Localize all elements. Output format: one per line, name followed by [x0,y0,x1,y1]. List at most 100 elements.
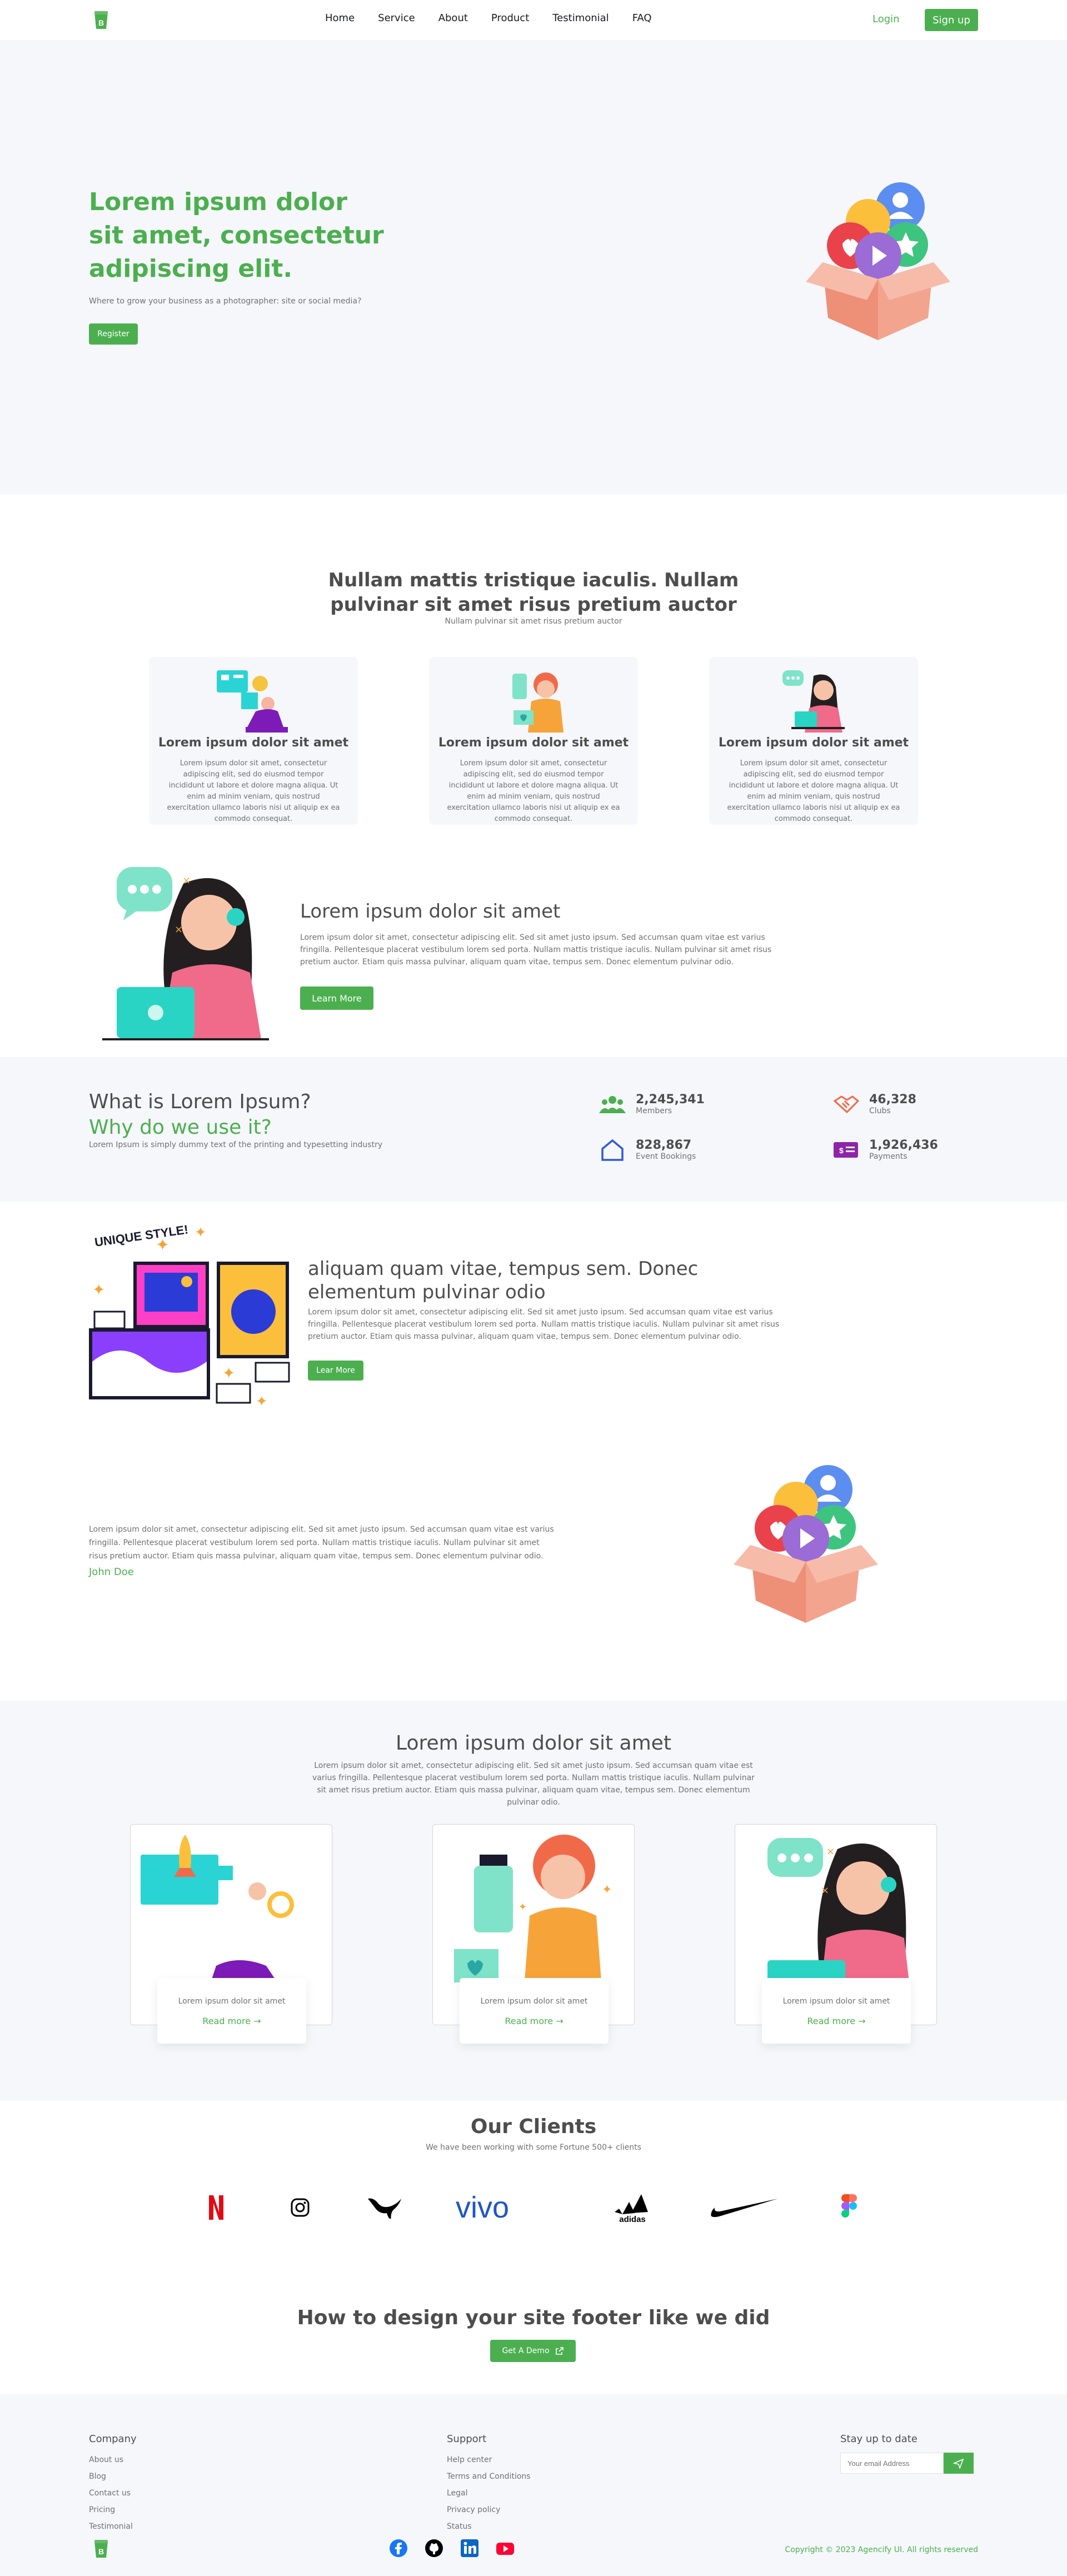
footer-link-legal[interactable]: Legal [447,2489,468,2498]
send-icon [953,2458,964,2469]
youtube-icon[interactable] [496,2539,515,2558]
svg-text:×: × [821,1885,829,1896]
nav-links: Home Service About Product Testimonial F… [325,12,652,24]
stat-label: Payments [869,1152,908,1161]
svg-text:×: × [182,875,191,886]
stats-title-line1: What is Lorem Ipsum? [89,1090,311,1113]
stat-clubs: 46,328 Clubs [832,1093,916,1115]
nav-product[interactable]: Product [491,12,529,24]
unique-text: Lorem ipsum dolor sit amet, consectetur … [308,1308,780,1341]
footer-link-terms[interactable]: Terms and Conditions [447,2472,531,2481]
blog-card: Lorem ipsum dolor sit amet Read more → [130,1824,332,2044]
svg-text:✦: ✦ [602,1883,612,1897]
home-icon [601,1139,624,1161]
feature-card: Lorem ipsum dolor sit amet Lorem ipsum d… [429,657,638,825]
cta-title: How to design your site footer like we d… [297,2306,770,2329]
payment-icon: $ [834,1142,858,1158]
stat-value: 2,245,341 [636,1093,705,1107]
learn-more-button[interactable]: Learn More [300,986,373,1010]
footer: Company About us Blog Contact us Pricing… [0,2394,1067,2576]
footer-link-help[interactable]: Help center [447,2455,492,2464]
stat-label: Event Bookings [636,1152,696,1161]
footer-link-about[interactable]: About us [89,2455,123,2464]
facebook-icon[interactable] [389,2539,408,2558]
figma-logo [841,2194,857,2218]
subscribe-button[interactable] [944,2453,974,2474]
svg-text:×: × [174,924,183,935]
delivery-illustration: ✦ ✦ [454,1835,612,1988]
read-more-link[interactable]: Read more → [460,2016,609,2026]
handshake-icon [833,1095,859,1113]
footer-link-contact[interactable]: Contact us [89,2489,131,2498]
read-more-label: Read more [807,2016,856,2026]
stat-value: 1,926,436 [869,1138,938,1152]
svg-text:B: B [98,2547,104,2556]
feature-card-title: Lorem ipsum dolor sit amet [158,736,349,750]
email-input[interactable] [840,2453,944,2474]
svg-text:×: × [826,1846,835,1857]
hero-title: Lorem ipsum dolor sit amet, consectetur … [89,188,384,283]
brand-logo[interactable]: B [90,2538,112,2560]
support-agent-illustration: × × [767,1838,910,1988]
adidas-logo: adidas [615,2194,648,2223]
linkedin-icon[interactable] [460,2539,479,2558]
nav-testimonial[interactable]: Testimonial [552,12,609,24]
hero-subtitle: Where to grow your business as a photogr… [89,297,362,306]
footer-link-testimonial[interactable]: Testimonial [89,2522,133,2531]
get-demo-button[interactable]: Get A Demo [490,2340,576,2362]
nav-service[interactable]: Service [378,12,415,24]
nav-about[interactable]: About [438,12,468,24]
footer-support-title: Support [447,2433,487,2445]
read-more-label: Read more [505,2016,554,2026]
signup-button[interactable]: Sign up [925,9,978,31]
stat-payments: $ 1,926,436 Payments [832,1138,938,1161]
stat-label: Clubs [869,1107,891,1115]
unique-style-illustration: UNIQUE STYLE! ✦ ✦ ✦ ✦ ✦ [89,1222,290,1410]
svg-text:✦: ✦ [256,1393,268,1410]
feature-card-text: Lorem ipsum dolor sit amet, consectetur … [447,759,620,823]
blog-section: Lorem ipsum dolor sit amet Lorem ipsum d… [0,1701,1067,2101]
footer-support: Support Help center Terms and Conditions… [447,2433,531,2535]
rocket-illustration [141,1835,294,1982]
brand-logo[interactable]: B [90,9,112,31]
stat-value: 46,328 [869,1093,916,1107]
learn-more-button-2[interactable]: Lear More [308,1361,363,1381]
svg-text:✦: ✦ [518,1901,527,1913]
feature-card-text: Lorem ipsum dolor sit amet, consectetur … [727,759,900,823]
footer-link-privacy[interactable]: Privacy policy [447,2505,500,2514]
client-logos: vivo adidas [0,2189,1067,2228]
blog-text: Lorem ipsum dolor sit amet, consectetur … [312,1761,755,1807]
about-text: Lorem ipsum dolor sit amet, consectetur … [300,933,772,966]
instagram-logo [291,2198,310,2217]
unique-badge: UNIQUE STYLE! [94,1222,190,1249]
arrow-right-icon: → [253,2016,261,2026]
puma-logo [368,2198,401,2219]
blog-card-footer: Lorem ipsum dolor sit amet Read more → [460,1978,609,2044]
vivo-logo: vivo [456,2193,509,2223]
svg-text:✦: ✦ [156,1235,169,1255]
read-more-link[interactable]: Read more → [157,2016,306,2026]
top-nav: B Home Service About Product Testimonial… [0,0,1067,40]
blog-card-text: Lorem ipsum dolor sit amet [782,1997,890,2006]
svg-text:✦: ✦ [222,1364,235,1382]
subscribe-form: Stay up to date [840,2433,974,2474]
footer-link-blog[interactable]: Blog [89,2472,106,2481]
feature-card: Lorem ipsum dolor sit amet Lorem ipsum d… [149,657,358,825]
svg-text:✦: ✦ [195,1224,207,1241]
github-icon[interactable] [425,2539,443,2558]
blog-card-text: Lorem ipsum dolor sit amet [480,1997,588,2006]
svg-text:$: $ [839,1146,844,1155]
nav-faq[interactable]: FAQ [632,12,652,24]
nav-home[interactable]: Home [325,12,355,24]
login-link[interactable]: Login [872,13,900,25]
footer-link-status[interactable]: Status [447,2522,472,2531]
blog-card: × × Lorem ipsum dolor sit amet Read more… [735,1824,937,2044]
stats-section: What is Lorem Ipsum? Why do we use it? L… [0,1057,1067,1202]
register-button[interactable]: Register [89,323,138,345]
vivo-wordmark: vivo [456,2193,509,2223]
read-more-label: Read more [202,2016,251,2026]
read-more-link[interactable]: Read more → [762,2016,911,2026]
get-demo-label: Get A Demo [502,2346,550,2355]
adidas-wordmark: adidas [619,2215,646,2223]
footer-link-pricing[interactable]: Pricing [89,2505,115,2514]
